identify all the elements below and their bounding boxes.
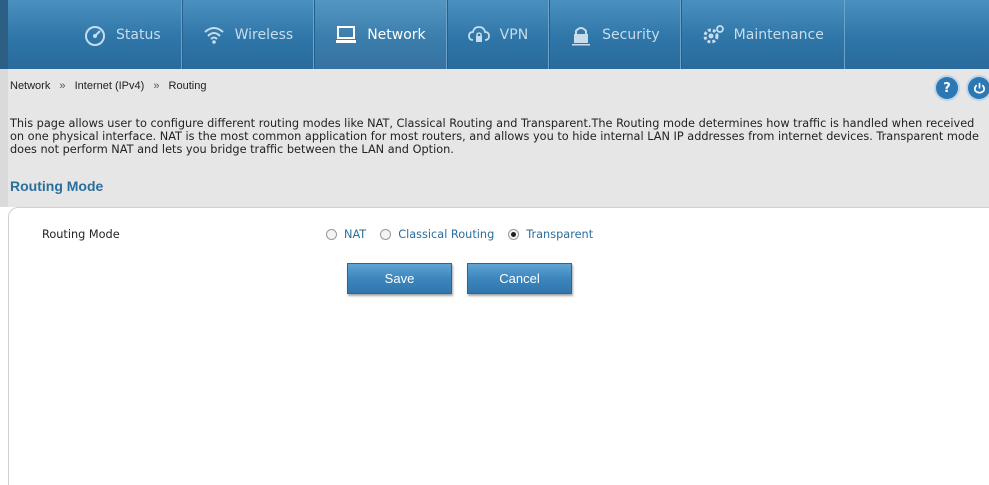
- nav-item-maintenance[interactable]: Maintenance: [680, 0, 845, 69]
- gears-icon: [702, 24, 724, 46]
- breadcrumb-separator: »: [59, 80, 66, 92]
- power-icon: [973, 82, 985, 94]
- breadcrumb-separator: »: [153, 80, 160, 92]
- nav-label-wireless: Wireless: [234, 26, 294, 43]
- nav-item-network[interactable]: Network: [314, 0, 447, 69]
- page-description: This page allows user to configure diffe…: [10, 117, 979, 156]
- radio-nat[interactable]: NAT: [326, 228, 366, 241]
- nav-item-wireless[interactable]: Wireless: [181, 0, 315, 69]
- logout-button[interactable]: [968, 77, 989, 99]
- nav-item-status[interactable]: Status: [64, 0, 182, 69]
- lock-icon: [570, 24, 592, 46]
- breadcrumb-network[interactable]: Network: [10, 80, 50, 92]
- routing-mode-radio-group: NAT Classical Routing Transparent: [326, 228, 607, 241]
- routing-mode-label: Routing Mode: [42, 228, 120, 241]
- nav-label-vpn: VPN: [499, 26, 529, 43]
- radio-transparent-button[interactable]: [508, 229, 520, 240]
- dashboard-icon: [84, 24, 106, 46]
- section-title: Routing Mode: [10, 178, 104, 194]
- radio-classical-routing[interactable]: Classical Routing: [380, 228, 494, 241]
- breadcrumb: Network » Internet (IPv4) » Routing: [10, 80, 206, 92]
- cancel-button[interactable]: Cancel: [467, 263, 572, 294]
- radio-nat-label: NAT: [344, 228, 367, 241]
- nav-label-network: Network: [367, 26, 426, 43]
- radio-nat-button[interactable]: [326, 229, 337, 240]
- nav-item-security[interactable]: Security: [549, 0, 681, 69]
- help-button[interactable]: ?: [936, 77, 958, 99]
- nav-items: Status Wireless Network VPN Security Mai…: [64, 0, 845, 69]
- radio-transparent[interactable]: Transparent: [508, 228, 593, 241]
- save-button[interactable]: Save: [347, 263, 452, 294]
- radio-transparent-label: Transparent: [526, 228, 594, 241]
- monitor-icon: [335, 24, 357, 46]
- nav-label-security: Security: [602, 26, 660, 43]
- nav-label-status: Status: [116, 26, 161, 43]
- radio-classical-routing-button[interactable]: [380, 229, 392, 240]
- breadcrumb-routing: Routing: [168, 80, 207, 92]
- breadcrumb-internet-ipv4[interactable]: Internet (IPv4): [75, 80, 145, 92]
- nav-item-vpn[interactable]: VPN: [446, 0, 550, 69]
- form-panel: [8, 207, 989, 485]
- cloud-lock-icon: [467, 24, 490, 46]
- top-navigation-bar: Status Wireless Network VPN Security Mai…: [0, 0, 989, 69]
- nav-label-maintenance: Maintenance: [733, 26, 824, 43]
- wifi-icon: [203, 24, 225, 46]
- radio-classical-routing-label: Classical Routing: [398, 228, 495, 241]
